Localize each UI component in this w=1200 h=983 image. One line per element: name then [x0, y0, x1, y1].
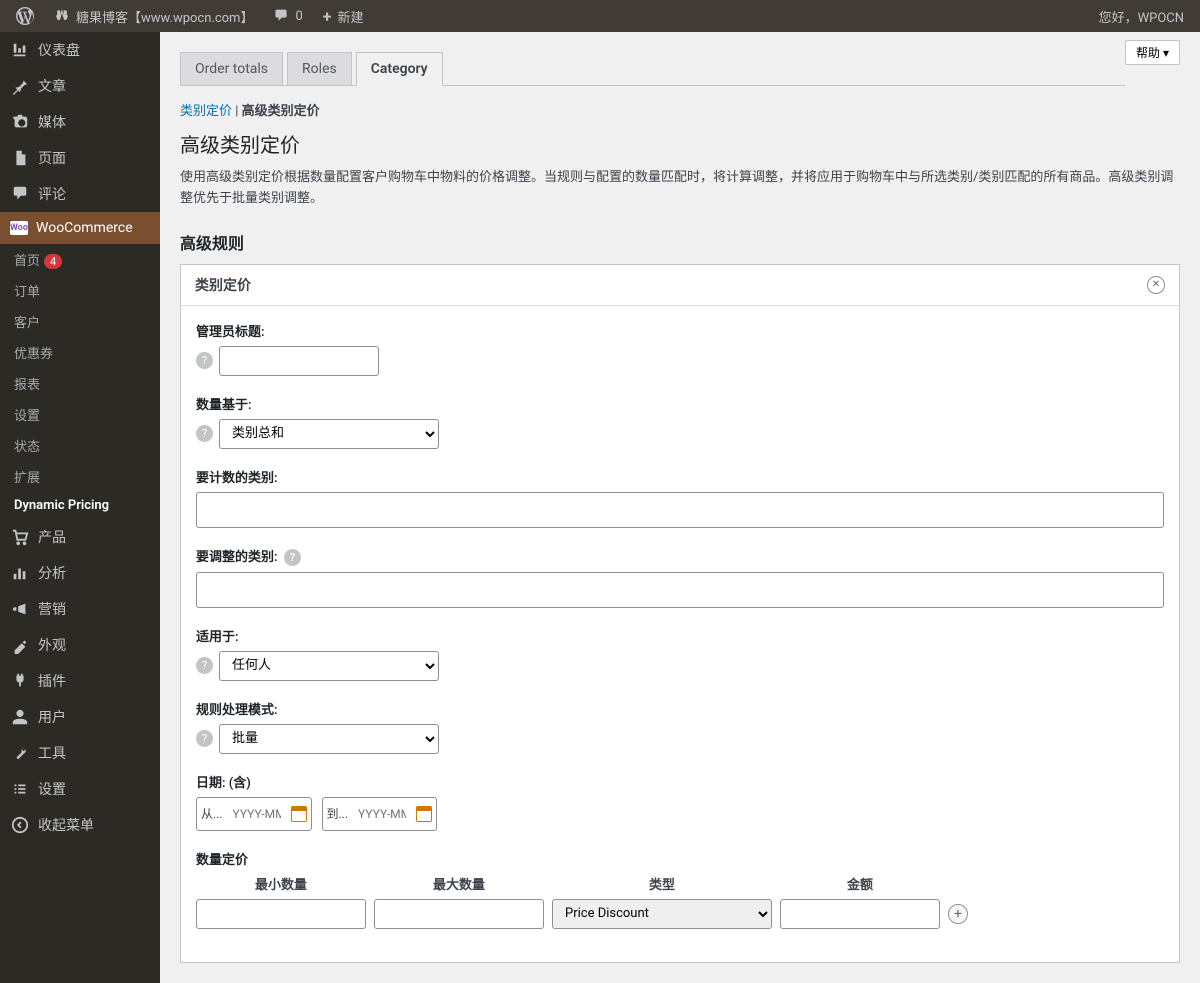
- menu-settings[interactable]: 设置: [0, 771, 160, 807]
- calendar-icon[interactable]: [416, 806, 432, 822]
- amount-input[interactable]: [780, 899, 940, 929]
- admin-title-label: 管理员标题:: [196, 321, 1164, 340]
- submenu-dynamic-pricing[interactable]: Dynamic Pricing: [0, 492, 160, 519]
- help-button[interactable]: 帮助 ▾: [1125, 40, 1180, 65]
- pin-icon: [10, 76, 30, 96]
- adjust-cat-label: 要调整的类别: ?: [196, 546, 1164, 566]
- calendar-icon[interactable]: [291, 806, 307, 822]
- submenu-settings[interactable]: 设置: [0, 399, 160, 430]
- collapse-icon: [10, 815, 30, 835]
- submenu-reports[interactable]: 报表: [0, 368, 160, 399]
- col-amount-label: 金额: [780, 874, 940, 893]
- type-select[interactable]: Price Discount: [552, 899, 772, 929]
- help-tip-icon[interactable]: ?: [196, 425, 213, 442]
- tab-order-totals[interactable]: Order totals: [180, 52, 283, 85]
- add-row-button[interactable]: +: [948, 904, 968, 924]
- tab-category[interactable]: Category: [356, 52, 443, 86]
- breadcrumb-current: 高级类别定价: [242, 104, 320, 119]
- table-row: Price Discount +: [196, 899, 1164, 929]
- rule-mode-label: 规则处理模式:: [196, 699, 1164, 718]
- date-label: 日期: (含): [196, 772, 1164, 791]
- pricing-panel: 类别定价 ✕ 管理员标题: ? 数量基于: ? 类别总和: [180, 264, 1180, 963]
- badge-count: 4: [44, 254, 62, 269]
- page-icon: [10, 148, 30, 168]
- comments-link[interactable]: 0: [265, 0, 310, 32]
- applies-to-label: 适用于:: [196, 626, 1164, 645]
- menu-media[interactable]: 媒体: [0, 104, 160, 140]
- menu-users[interactable]: 用户: [0, 699, 160, 735]
- count-cat-label: 要计数的类别:: [196, 467, 1164, 486]
- site-link[interactable]: 糖果博客【www.wpocn.com】: [46, 0, 261, 32]
- tabs-nav: Order totals Roles Category: [180, 52, 1125, 86]
- min-qty-input[interactable]: [196, 899, 366, 929]
- help-tip-icon[interactable]: ?: [284, 549, 301, 566]
- tab-roles[interactable]: Roles: [287, 52, 352, 85]
- new-content[interactable]: + 新建: [315, 0, 372, 32]
- tools-icon: [10, 743, 30, 763]
- qty-based-select[interactable]: 类别总和: [219, 419, 439, 449]
- menu-collapse[interactable]: 收起菜单: [0, 807, 160, 843]
- user-icon: [10, 707, 30, 727]
- admin-title-input[interactable]: [219, 346, 379, 376]
- qty-based-label: 数量基于:: [196, 394, 1164, 413]
- submenu-home[interactable]: 首页4: [0, 244, 160, 275]
- menu-tools[interactable]: 工具: [0, 735, 160, 771]
- menu-dashboard[interactable]: 仪表盘: [0, 32, 160, 68]
- panel-title: 类别定价: [195, 275, 251, 295]
- col-type-label: 类型: [552, 874, 772, 893]
- help-tip-icon[interactable]: ?: [196, 352, 213, 369]
- max-qty-input[interactable]: [374, 899, 544, 929]
- dashboard-icon: [10, 40, 30, 60]
- menu-plugins[interactable]: 插件: [0, 663, 160, 699]
- menu-comments[interactable]: 评论: [0, 176, 160, 212]
- help-tip-icon[interactable]: ?: [196, 730, 213, 747]
- date-to-prefix: 到...: [327, 805, 349, 822]
- marketing-icon: [10, 599, 30, 619]
- date-to-input[interactable]: [352, 800, 412, 828]
- submenu-customers[interactable]: 客户: [0, 306, 160, 337]
- page-title: 高级类别定价: [180, 129, 1180, 158]
- wp-logo[interactable]: [8, 0, 42, 32]
- help-tip-icon[interactable]: ?: [196, 657, 213, 674]
- comment-icon: [10, 184, 30, 204]
- settings-icon: [10, 779, 30, 799]
- col-min-label: 最小数量: [196, 874, 366, 893]
- breadcrumb-link[interactable]: 类别定价: [180, 104, 232, 119]
- site-name: 糖果博客【www.wpocn.com】: [76, 7, 253, 26]
- admin-sidebar: 仪表盘 文章 媒体 页面 评论 WooWooCommerce 首页4 订单 客户…: [0, 32, 160, 983]
- menu-posts[interactable]: 文章: [0, 68, 160, 104]
- rule-mode-select[interactable]: 批量: [219, 724, 439, 754]
- qty-pricing-label: 数量定价: [196, 849, 1164, 868]
- main-content: 帮助 ▾ Order totals Roles Category 类别定价 | …: [160, 32, 1200, 983]
- breadcrumb: 类别定价 | 高级类别定价: [180, 100, 1180, 119]
- menu-analytics[interactable]: 分析: [0, 555, 160, 591]
- analytics-icon: [10, 563, 30, 583]
- applies-to-select[interactable]: 任何人: [219, 651, 439, 681]
- section-title: 高级规则: [180, 230, 1180, 254]
- plugin-icon: [10, 671, 30, 691]
- menu-woocommerce[interactable]: WooWooCommerce: [0, 212, 160, 244]
- woocommerce-icon: Woo: [10, 221, 28, 235]
- col-max-label: 最大数量: [374, 874, 544, 893]
- submenu-orders[interactable]: 订单: [0, 275, 160, 306]
- media-icon: [10, 112, 30, 132]
- close-icon[interactable]: ✕: [1147, 276, 1165, 294]
- submenu-coupons[interactable]: 优惠券: [0, 337, 160, 368]
- count-cat-input[interactable]: [196, 492, 1164, 528]
- menu-marketing[interactable]: 营销: [0, 591, 160, 627]
- submenu-extensions[interactable]: 扩展: [0, 461, 160, 492]
- admin-toolbar: 糖果博客【www.wpocn.com】 0 + 新建 您好，WPOCN: [0, 0, 1200, 32]
- page-description: 使用高级类别定价根据数量配置客户购物车中物料的价格调整。当规则与配置的数量匹配时…: [180, 168, 1180, 210]
- menu-products[interactable]: 产品: [0, 519, 160, 555]
- submenu-status[interactable]: 状态: [0, 430, 160, 461]
- adjust-cat-input[interactable]: [196, 572, 1164, 608]
- menu-appearance[interactable]: 外观: [0, 627, 160, 663]
- date-from-prefix: 从...: [201, 805, 223, 822]
- date-from-input[interactable]: [227, 800, 287, 828]
- user-greeting[interactable]: 您好，WPOCN: [1091, 0, 1192, 32]
- product-icon: [10, 527, 30, 547]
- appearance-icon: [10, 635, 30, 655]
- menu-pages[interactable]: 页面: [0, 140, 160, 176]
